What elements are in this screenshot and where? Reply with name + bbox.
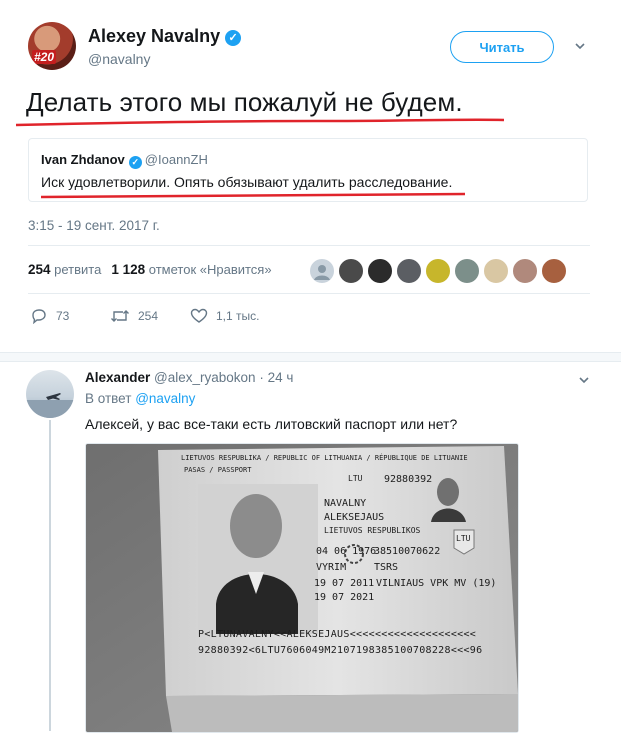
passport-code: LTU [348, 474, 363, 483]
tweet-actions: 73 254 1,1 тыс. [28, 308, 328, 332]
passport-country-badge: LTU [456, 534, 471, 543]
follow-button[interactable]: Читать [450, 31, 554, 63]
author-name[interactable]: Alexey Navalny ✓ [88, 26, 242, 47]
retweet-count: 254 [138, 309, 159, 323]
liker-avatar[interactable] [483, 258, 509, 284]
in-reply-handle[interactable]: @navalny [135, 391, 195, 406]
attached-photo[interactable]: LIETUVOS RESPUBLIKA / REPUBLIC OF LITHUA… [85, 443, 519, 733]
passport-dob: 04 06 1976 [316, 546, 377, 557]
reply-count: 73 [56, 309, 70, 323]
reply-text: Алексей, у вас все-таки есть литовский п… [85, 416, 458, 432]
passport-authority: VILNIAUS VPK MV (19) [376, 578, 497, 589]
passport-issued: 19 07 2011 [314, 578, 375, 589]
liker-avatar[interactable] [454, 258, 480, 284]
author-avatar[interactable]: #20 [28, 22, 76, 70]
retweet-icon [111, 310, 129, 322]
thread-line [49, 420, 51, 731]
passport-given-name: ALEKSEJAUS [324, 512, 385, 523]
passport-mrz-line-2: 92880392<6LTU7606049M2107198385100708228… [198, 645, 483, 656]
thread-separator [0, 352, 621, 362]
reply-author-name[interactable]: Alexander [85, 370, 150, 385]
quoted-tweet[interactable]: Ivan Zhdanov ✓ @IoannZH Иск удовлетворили.… [28, 138, 588, 202]
liker-avatar[interactable] [309, 258, 335, 284]
tweet-timestamp[interactable]: 3:15 - 19 сент. 2017 г. [28, 218, 160, 233]
passport-nationality: LIETUVOS RESPUBLIKOS [324, 526, 421, 535]
passport-place: TSRS [374, 562, 399, 573]
liker-avatar[interactable] [541, 258, 567, 284]
chevron-down-icon[interactable] [578, 374, 590, 386]
verified-icon: ✓ [225, 30, 242, 46]
divider [28, 245, 590, 246]
passport-expiry: 19 07 2021 [314, 592, 375, 603]
like-button[interactable]: 1,1 тыс. [190, 308, 259, 324]
passport-mrz-line-1: P<LTUNAVALNY<<ALEKSEJAUS<<<<<<<<<<<<<<<<… [198, 629, 477, 640]
plane-icon [26, 393, 74, 418]
tweet-text: Делать этого мы пожалуй не будем. [26, 87, 463, 117]
passport-type: PASAS / PASSPORT [184, 466, 252, 474]
reply-author-avatar[interactable] [26, 370, 74, 418]
author-name-text[interactable]: Alexey Navalny [88, 26, 220, 46]
passport-number: 92880392 [384, 474, 433, 485]
quote-author[interactable]: Ivan Zhdanov ✓ @IoannZH [41, 152, 208, 169]
liker-avatar[interactable] [512, 258, 538, 284]
reply-header: Alexander @alex_ryabokon · 24 ч [85, 370, 293, 385]
divider [28, 293, 590, 294]
tweet-stats: 254 ретвита 1 128 отметок «Нравится» [28, 262, 272, 277]
red-underline-annotation [40, 192, 466, 199]
separator-dot: · [259, 370, 264, 385]
reply-button[interactable]: 73 [30, 308, 69, 324]
liker-avatar[interactable] [396, 258, 422, 284]
avatar-badge: #20 [32, 50, 57, 64]
author-handle[interactable]: @navalny [88, 51, 150, 67]
verified-icon: ✓ [128, 156, 142, 169]
quote-author-handle: @IoannZH [144, 152, 208, 167]
heart-icon [190, 308, 208, 323]
passport-header: LIETUVOS RESPUBLIKA / REPUBLIC OF LITHUA… [181, 454, 468, 462]
in-reply-label: В ответ [85, 391, 132, 406]
liker-avatar[interactable] [425, 258, 451, 284]
like-stat[interactable]: 1 128 отметок «Нравится» [111, 262, 271, 277]
like-count: 1,1 тыс. [216, 309, 260, 323]
quote-author-name: Ivan Zhdanov [41, 152, 125, 167]
quote-text: Иск удовлетворили. Опять обязывают удали… [41, 174, 453, 190]
reply-author-handle[interactable]: @alex_ryabokon [154, 370, 256, 385]
chevron-down-icon[interactable] [574, 40, 586, 52]
retweet-button[interactable]: 254 [110, 308, 158, 324]
liker-avatar[interactable] [338, 258, 364, 284]
passport-surname: NAVALNY [324, 498, 367, 509]
liker-avatar[interactable] [367, 258, 393, 284]
in-reply-to: В ответ @navalny [85, 391, 195, 406]
red-underline-annotation [15, 118, 505, 127]
reply-time[interactable]: 24 ч [268, 370, 294, 385]
reply-icon [32, 309, 46, 324]
retweet-stat[interactable]: 254 ретвита [28, 262, 101, 277]
passport-personal-no: 38510070622 [374, 546, 441, 557]
passport-sex: VYRIM [316, 562, 347, 573]
